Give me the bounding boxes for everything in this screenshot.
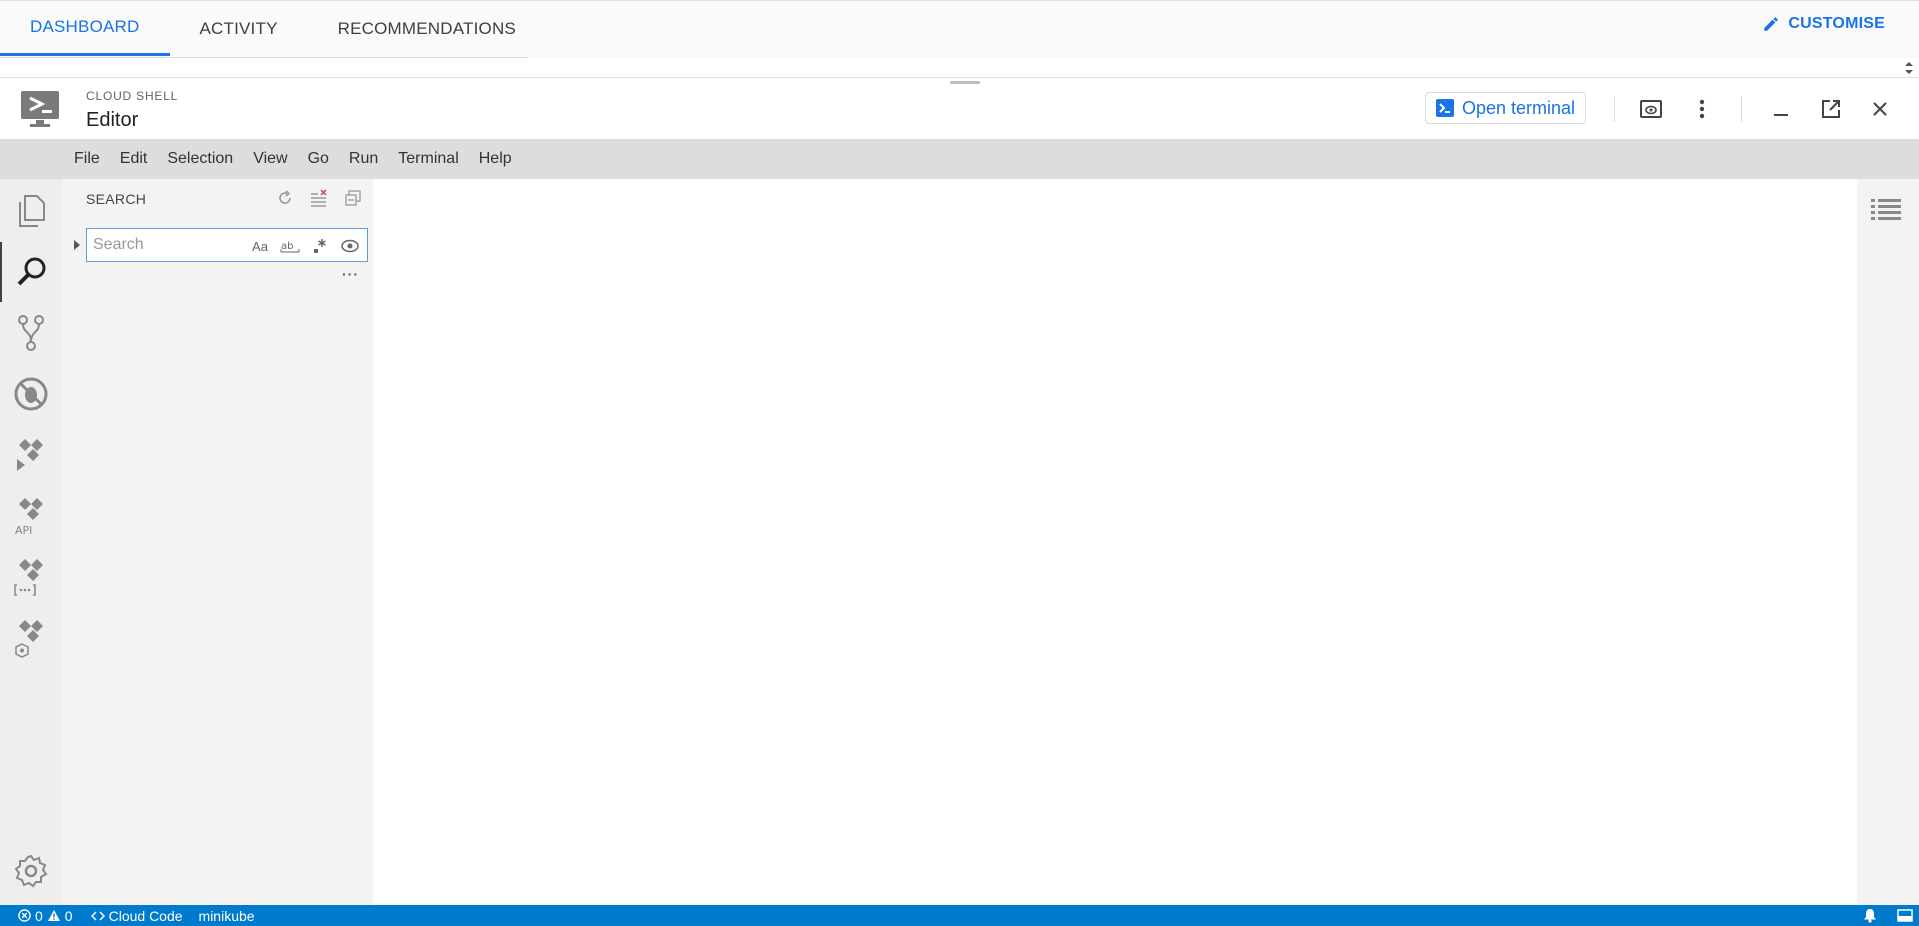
search-panel: SEARCH Aa ab ···	[62, 179, 373, 905]
resize-handle[interactable]	[950, 81, 980, 84]
panel-toggle-icon[interactable]	[1897, 909, 1913, 922]
debug-icon	[14, 377, 48, 411]
menu-edit[interactable]: Edit	[110, 150, 158, 168]
close-icon	[1873, 102, 1887, 116]
web-preview-button[interactable]	[1637, 95, 1665, 123]
api-icon: API	[15, 498, 43, 536]
cloud-shell-header: CLOUD SHELL Editor Open terminal	[0, 78, 1919, 139]
pencil-icon	[1764, 17, 1779, 31]
svg-text:ab: ab	[281, 241, 293, 252]
cloud-apis-button[interactable]: API	[0, 486, 62, 546]
match-case-button[interactable]: Aa	[247, 235, 273, 257]
top-tabs: DASHBOARD ACTIVITY RECOMMENDATIONS	[0, 1, 546, 57]
refresh-button[interactable]	[273, 187, 297, 209]
files-icon	[19, 195, 45, 227]
open-terminal-label: Open terminal	[1462, 97, 1576, 118]
open-new-window-button[interactable]	[1817, 95, 1845, 123]
secret-manager-button[interactable]	[0, 547, 62, 607]
status-bar: 0 0 Cloud Code minikube	[0, 905, 1919, 926]
menu-bar: File Edit Selection View Go Run Terminal…	[0, 139, 1919, 179]
clear-results-button[interactable]	[307, 187, 331, 209]
warning-icon	[47, 910, 60, 921]
tab-recommendations[interactable]: RECOMMENDATIONS	[308, 1, 546, 56]
run-debug-button[interactable]	[0, 364, 62, 424]
secret-manager-icon	[14, 559, 43, 596]
top-tab-bar: DASHBOARD ACTIVITY RECOMMENDATIONS CUSTO…	[0, 0, 1919, 58]
code-brackets-icon	[90, 910, 105, 921]
menu-file[interactable]: File	[64, 150, 110, 168]
close-button[interactable]	[1866, 95, 1894, 123]
open-terminal-button[interactable]: Open terminal	[1425, 92, 1587, 124]
cloud-run-icon	[17, 439, 43, 471]
scroll-arrows-icon[interactable]	[1903, 60, 1915, 76]
panel-actions	[273, 187, 365, 209]
whole-word-icon: ab	[280, 241, 300, 253]
shell-subtitle: CLOUD SHELL	[86, 89, 179, 103]
tab-dashboard[interactable]: DASHBOARD	[0, 1, 170, 56]
menu-run[interactable]: Run	[339, 150, 388, 168]
manage-settings-button[interactable]	[0, 841, 62, 901]
search-view-button[interactable]	[0, 242, 62, 302]
use-regex-button[interactable]	[307, 235, 333, 257]
clear-all-icon	[311, 189, 327, 207]
header-divider	[1614, 96, 1615, 122]
search-input[interactable]	[93, 234, 253, 256]
minimize-icon	[1774, 114, 1788, 116]
web-preview-icon	[1640, 100, 1662, 118]
collapse-all-icon	[345, 190, 361, 206]
kubernetes-icon	[15, 620, 43, 658]
editor-area[interactable]	[373, 179, 1857, 905]
outline-sidebar	[1857, 179, 1919, 905]
activity-bar: API	[0, 179, 62, 905]
shell-title: Editor	[86, 109, 139, 131]
more-options-button[interactable]	[1688, 95, 1716, 123]
cluster-label: minikube	[198, 907, 255, 924]
explorer-button[interactable]	[0, 181, 62, 241]
status-bar-right	[1863, 905, 1913, 926]
minimize-button[interactable]	[1767, 95, 1795, 123]
cloud-run-button[interactable]	[0, 425, 62, 485]
bell-icon[interactable]	[1863, 908, 1877, 923]
cloud-code-status[interactable]: Cloud Code	[85, 908, 189, 924]
error-count: 0	[35, 907, 43, 924]
match-whole-word-button[interactable]: ab	[277, 235, 303, 257]
tab-activity[interactable]: ACTIVITY	[170, 1, 308, 56]
error-icon	[18, 909, 31, 922]
search-icon	[17, 257, 46, 286]
search-options: Aa ab	[247, 235, 363, 257]
collapse-all-button[interactable]	[341, 187, 365, 209]
menu-view[interactable]: View	[243, 150, 297, 168]
cloud-code-label: Cloud Code	[108, 907, 183, 924]
page-scroll-strip	[0, 58, 1919, 78]
more-vert-icon	[1699, 99, 1705, 119]
panel-title: SEARCH	[86, 191, 147, 207]
source-control-button[interactable]	[0, 303, 62, 363]
svg-text:API: API	[15, 524, 32, 536]
header-divider	[1741, 96, 1742, 122]
list-icon	[1871, 199, 1901, 220]
toggle-search-details-button[interactable]: ···	[342, 266, 359, 282]
refresh-icon	[279, 190, 291, 204]
customise-label: CUSTOMISE	[1788, 15, 1885, 32]
kubernetes-button[interactable]	[0, 608, 62, 668]
menu-selection[interactable]: Selection	[157, 150, 243, 168]
outline-button[interactable]	[1871, 197, 1901, 226]
cluster-status[interactable]: minikube	[193, 908, 261, 924]
eye-icon	[341, 239, 359, 253]
menu-terminal[interactable]: Terminal	[388, 150, 468, 168]
regex-icon	[314, 239, 326, 253]
open-in-new-icon	[1822, 100, 1840, 118]
menu-go[interactable]: Go	[298, 150, 339, 168]
warning-count: 0	[64, 907, 73, 924]
terminal-icon	[1436, 99, 1454, 117]
preview-button[interactable]	[337, 235, 363, 257]
gear-icon	[14, 854, 48, 888]
menu-help[interactable]: Help	[469, 150, 522, 168]
toggle-replace-chevron-icon[interactable]	[72, 239, 82, 251]
cloud-shell-icon	[21, 91, 59, 127]
problems-status[interactable]: 0 0	[0, 908, 79, 924]
customise-button[interactable]: CUSTOMISE	[1762, 15, 1885, 33]
search-box: Aa ab	[86, 228, 368, 262]
source-control-icon	[18, 315, 44, 351]
